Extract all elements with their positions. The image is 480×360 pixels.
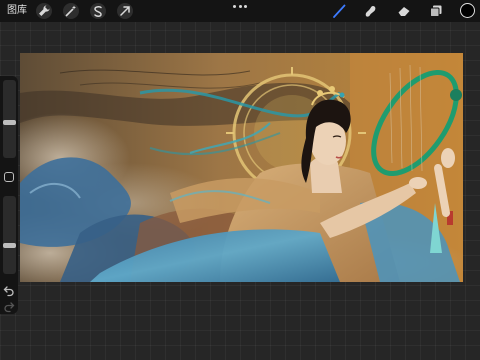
color-picker-swatch[interactable] [460,3,475,18]
more-options-icon[interactable] [233,1,247,11]
undo-icon[interactable] [3,282,15,297]
brush-size-thumb[interactable] [3,120,16,125]
opacity-slider[interactable] [3,196,16,274]
modify-square-button[interactable] [4,172,14,182]
eraser-icon[interactable] [396,3,412,19]
opacity-thumb[interactable] [3,243,16,248]
actions-wrench-icon[interactable] [36,3,52,19]
adjustments-wand-icon[interactable] [63,3,79,19]
drawing-canvas[interactable] [20,53,463,282]
redo-icon[interactable] [3,298,15,313]
brush-size-slider[interactable] [3,80,16,158]
gallery-button[interactable]: 图库 [7,3,27,19]
selection-s-icon[interactable] [90,3,106,19]
top-toolbar: 图库 [0,0,480,22]
artwork-illustration [20,53,463,282]
transform-arrow-icon[interactable] [117,3,133,19]
layers-icon[interactable] [428,3,444,19]
smudge-icon[interactable] [362,3,378,19]
left-sidebar [0,76,18,314]
brush-icon[interactable] [331,3,347,19]
